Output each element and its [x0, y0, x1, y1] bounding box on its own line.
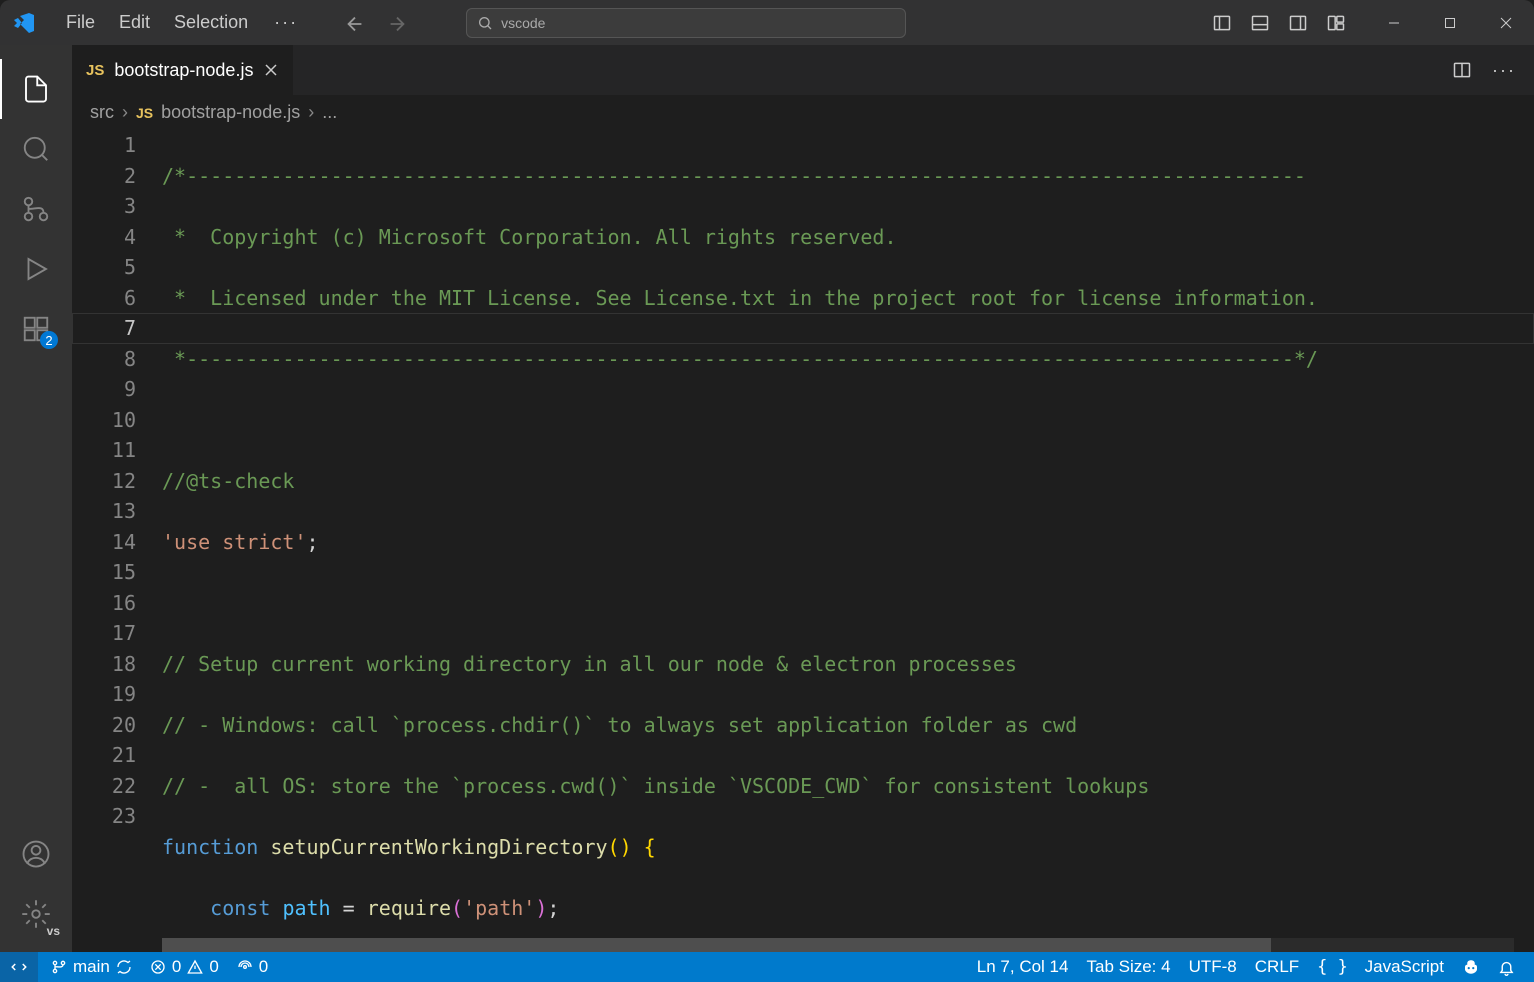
activity-search[interactable]: [0, 119, 72, 179]
error-icon: [150, 959, 166, 975]
status-cursor-pos[interactable]: Ln 7, Col 14: [968, 952, 1078, 982]
breadcrumb[interactable]: src › JS bootstrap-node.js › ...: [72, 95, 1534, 130]
menu-overflow[interactable]: ···: [260, 12, 312, 33]
javascript-file-icon: JS: [86, 62, 104, 79]
sync-icon[interactable]: [116, 959, 132, 975]
tab-bootstrap-node[interactable]: JS bootstrap-node.js: [72, 45, 293, 95]
command-center-text: vscode: [501, 15, 545, 31]
horizontal-scrollbar[interactable]: [162, 938, 1514, 952]
chevron-right-icon: ›: [308, 102, 314, 123]
minimize-icon[interactable]: [1366, 0, 1422, 45]
status-branch[interactable]: main: [42, 952, 141, 982]
remote-icon: [10, 958, 28, 976]
search-icon: [21, 134, 51, 164]
breadcrumb-rest[interactable]: ...: [322, 102, 337, 123]
status-eol[interactable]: CRLF: [1246, 952, 1308, 982]
account-icon: [21, 839, 51, 869]
command-center[interactable]: vscode: [466, 8, 906, 38]
maximize-icon[interactable]: [1422, 0, 1478, 45]
warning-icon: [187, 959, 203, 975]
remote-indicator[interactable]: [0, 952, 38, 982]
code-editor[interactable]: 1 2 3 4 5 6 7 8 9 10 11 12 13 14 15 16 1…: [72, 130, 1534, 952]
activity-bar: 2 vs: [0, 45, 72, 952]
status-ports[interactable]: 0: [228, 952, 277, 982]
code-content[interactable]: /*--------------------------------------…: [162, 130, 1534, 952]
extensions-badge: 2: [40, 331, 58, 349]
toggle-panel-icon[interactable]: [1250, 13, 1270, 33]
titlebar: File Edit Selection ··· vscode: [0, 0, 1534, 45]
nav-back-icon[interactable]: [344, 13, 364, 33]
activity-debug[interactable]: [0, 239, 72, 299]
bell-icon: [1498, 959, 1515, 976]
search-icon: [477, 15, 493, 31]
menu-edit[interactable]: Edit: [107, 12, 162, 33]
toggle-secondary-icon[interactable]: [1288, 13, 1308, 33]
tab-bar: JS bootstrap-node.js ···: [72, 45, 1534, 95]
gear-overlay: vs: [47, 924, 60, 938]
status-encoding[interactable]: UTF-8: [1180, 952, 1246, 982]
close-icon[interactable]: [1478, 0, 1534, 45]
status-notifications[interactable]: [1489, 952, 1524, 982]
status-bar: main 0 0 0 Ln 7, Col 14 Tab Size: 4 UTF-…: [0, 952, 1534, 982]
breadcrumb-file[interactable]: bootstrap-node.js: [161, 102, 300, 123]
source-control-icon: [21, 194, 51, 224]
run-debug-icon: [21, 254, 51, 284]
activity-accounts[interactable]: [0, 824, 72, 884]
javascript-file-icon: JS: [136, 105, 153, 121]
breadcrumb-root[interactable]: src: [90, 102, 114, 123]
status-copilot[interactable]: [1453, 952, 1489, 982]
copilot-icon: [1462, 958, 1480, 976]
customize-layout-icon[interactable]: [1326, 13, 1346, 33]
files-icon: [21, 74, 51, 104]
split-editor-icon[interactable]: [1452, 60, 1472, 80]
activity-scm[interactable]: [0, 179, 72, 239]
line-number-gutter: 1 2 3 4 5 6 7 8 9 10 11 12 13 14 15 16 1…: [72, 130, 162, 952]
radio-icon: [237, 959, 253, 975]
status-problems[interactable]: 0 0: [141, 952, 228, 982]
editor-more-icon[interactable]: ···: [1492, 60, 1516, 81]
activity-extensions[interactable]: 2: [0, 299, 72, 359]
status-language[interactable]: { } JavaScript: [1308, 952, 1453, 982]
menu-selection[interactable]: Selection: [162, 12, 260, 33]
activity-settings[interactable]: vs: [0, 884, 72, 944]
status-tab-size[interactable]: Tab Size: 4: [1077, 952, 1179, 982]
editor-area: JS bootstrap-node.js ··· src › JS bootst…: [72, 45, 1534, 952]
menu-file[interactable]: File: [54, 12, 107, 33]
activity-explorer[interactable]: [0, 59, 72, 119]
chevron-right-icon: ›: [122, 102, 128, 123]
tab-close-icon[interactable]: [263, 62, 279, 78]
tab-title: bootstrap-node.js: [114, 60, 253, 81]
branch-icon: [51, 959, 67, 975]
toggle-sidebar-icon[interactable]: [1212, 13, 1232, 33]
nav-forward-icon[interactable]: [386, 13, 406, 33]
vscode-logo-icon: [12, 11, 36, 35]
